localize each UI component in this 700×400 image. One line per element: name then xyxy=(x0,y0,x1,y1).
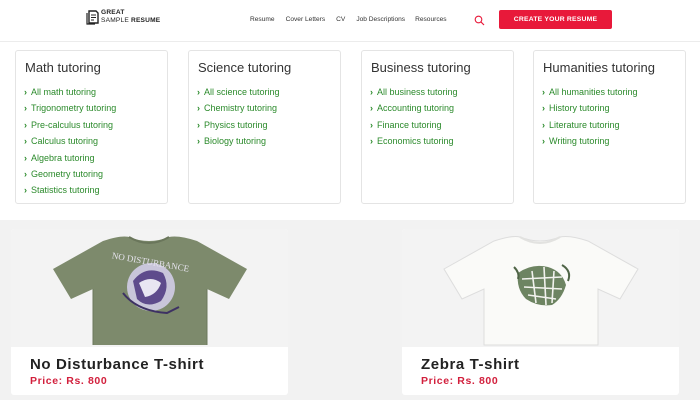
tutoring-card-science: Science tutoring › All science tutoring ›… xyxy=(188,50,341,204)
tshirt-image: NO DISTURBANCE xyxy=(53,236,247,345)
list-item[interactable]: › Writing tutoring xyxy=(542,133,638,149)
link-label: Literature tutoring xyxy=(549,119,620,130)
card-title: Science tutoring xyxy=(198,60,292,75)
nav-job-descriptions[interactable]: Job Descriptions xyxy=(356,16,405,23)
link-label: Geometry tutoring xyxy=(31,168,104,179)
nav-resources[interactable]: Resources xyxy=(415,16,447,23)
tutoring-section: Math tutoring › All math tutoring › Trigon… xyxy=(0,42,700,220)
chevron-right-icon: › xyxy=(24,136,27,147)
list-item[interactable]: › All science tutoring xyxy=(197,84,280,100)
list-item[interactable]: › All math tutoring xyxy=(24,84,116,100)
chevron-right-icon: › xyxy=(370,136,373,147)
chevron-right-icon: › xyxy=(370,87,373,97)
product-name[interactable]: No Disturbance T-shirt xyxy=(30,356,204,373)
link-label: Biology tutoring xyxy=(204,136,267,147)
list-item[interactable]: › Pre-calculus tutoring xyxy=(24,117,116,133)
link-label: Calculus tutoring xyxy=(31,136,99,147)
search-icon[interactable] xyxy=(474,15,485,26)
link-label: Economics tutoring xyxy=(377,136,454,147)
link-list: › All math tutoring › Trigonometry tutorin… xyxy=(24,84,116,199)
logo-line-2a: SAMPLE xyxy=(101,17,131,24)
product-card-no-disturbance[interactable]: NO DISTURBANCE No Disturbance T-shirt Pr… xyxy=(11,229,288,395)
logo-text: GREAT SAMPLE RESUME xyxy=(101,9,160,25)
link-label: Chemistry tutoring xyxy=(204,103,278,114)
chevron-right-icon: › xyxy=(24,119,27,130)
logo-icon xyxy=(86,10,99,25)
nav-cv[interactable]: CV xyxy=(336,16,345,23)
list-item[interactable]: › Biology tutoring xyxy=(197,133,280,149)
chevron-right-icon: › xyxy=(542,136,545,147)
product-name[interactable]: Zebra T-shirt xyxy=(421,356,520,373)
product-price: Price: Rs. 800 xyxy=(421,375,499,387)
chevron-right-icon: › xyxy=(24,87,27,97)
product-price: Price: Rs. 800 xyxy=(30,375,108,387)
list-item[interactable]: › Accounting tutoring xyxy=(370,100,458,116)
logo-line-2b: RESUME xyxy=(130,17,161,24)
link-label: Statistics tutoring xyxy=(31,185,100,196)
link-label: All math tutoring xyxy=(31,87,97,97)
chevron-right-icon: › xyxy=(24,152,27,163)
chevron-right-icon: › xyxy=(370,119,373,130)
link-label: Pre-calculus tutoring xyxy=(31,119,114,130)
link-label: Accounting tutoring xyxy=(377,103,455,114)
link-list: › All science tutoring › Chemistry tutorin… xyxy=(197,84,280,150)
list-item[interactable]: › All business tutoring xyxy=(370,84,458,100)
link-label: History tutoring xyxy=(549,103,610,114)
list-item[interactable]: › Algebra tutoring xyxy=(24,150,116,166)
main-nav: Resume Cover Letters CV Job Descriptions… xyxy=(250,16,447,23)
chevron-right-icon: › xyxy=(370,103,373,114)
tutoring-card-business: Business tutoring › All business tutoring… xyxy=(361,50,514,204)
list-item[interactable]: › Calculus tutoring xyxy=(24,133,116,149)
card-title: Math tutoring xyxy=(25,60,101,75)
product-image[interactable] xyxy=(402,229,679,347)
list-item[interactable]: › Economics tutoring xyxy=(370,133,458,149)
chevron-right-icon: › xyxy=(542,119,545,130)
chevron-right-icon: › xyxy=(197,119,200,130)
tshirt-image xyxy=(443,236,639,346)
link-list: › All humanities tutoring › History tutori… xyxy=(542,84,638,150)
tutoring-card-humanities: Humanities tutoring › All humanities tuto… xyxy=(533,50,686,204)
create-resume-button[interactable]: CREATE YOUR RESUME xyxy=(499,10,612,29)
chevron-right-icon: › xyxy=(197,87,200,97)
list-item[interactable]: › Physics tutoring xyxy=(197,117,280,133)
chevron-right-icon: › xyxy=(24,168,27,179)
link-label: Finance tutoring xyxy=(377,119,442,130)
product-card-zebra[interactable]: Zebra T-shirt Price: Rs. 800 xyxy=(402,229,679,395)
logo-line-2: SAMPLE RESUME xyxy=(101,17,160,25)
chevron-right-icon: › xyxy=(24,185,27,196)
link-label: Writing tutoring xyxy=(549,136,610,147)
link-label: Algebra tutoring xyxy=(31,152,95,163)
list-item[interactable]: › Chemistry tutoring xyxy=(197,100,280,116)
list-item[interactable]: › Statistics tutoring xyxy=(24,182,116,198)
link-label: All business tutoring xyxy=(377,87,458,97)
list-item[interactable]: › Trigonometry tutoring xyxy=(24,100,116,116)
list-item[interactable]: › Literature tutoring xyxy=(542,117,638,133)
chevron-right-icon: › xyxy=(197,136,200,147)
site-header: GREAT SAMPLE RESUME Resume Cover Letters… xyxy=(0,0,700,42)
list-item[interactable]: › Geometry tutoring xyxy=(24,166,116,182)
nav-resume[interactable]: Resume xyxy=(250,16,275,23)
site-logo[interactable]: GREAT SAMPLE RESUME xyxy=(86,9,160,25)
list-item[interactable]: › History tutoring xyxy=(542,100,638,116)
tutoring-card-math: Math tutoring › All math tutoring › Trigon… xyxy=(15,50,168,204)
link-list: › All business tutoring › Accounting tutor… xyxy=(370,84,458,150)
chevron-right-icon: › xyxy=(24,103,27,114)
chevron-right-icon: › xyxy=(542,87,545,97)
list-item[interactable]: › All humanities tutoring xyxy=(542,84,638,100)
logo-line-1: GREAT xyxy=(101,9,125,16)
chevron-right-icon: › xyxy=(197,103,200,114)
link-label: All humanities tutoring xyxy=(549,87,638,97)
link-label: All science tutoring xyxy=(204,87,280,97)
chevron-right-icon: › xyxy=(542,103,545,114)
card-title: Business tutoring xyxy=(371,60,471,75)
product-image[interactable]: NO DISTURBANCE xyxy=(11,229,288,347)
link-label: Physics tutoring xyxy=(204,119,268,130)
card-title: Humanities tutoring xyxy=(543,60,655,75)
link-label: Trigonometry tutoring xyxy=(31,103,117,114)
list-item[interactable]: › Finance tutoring xyxy=(370,117,458,133)
nav-cover-letters[interactable]: Cover Letters xyxy=(286,16,326,23)
